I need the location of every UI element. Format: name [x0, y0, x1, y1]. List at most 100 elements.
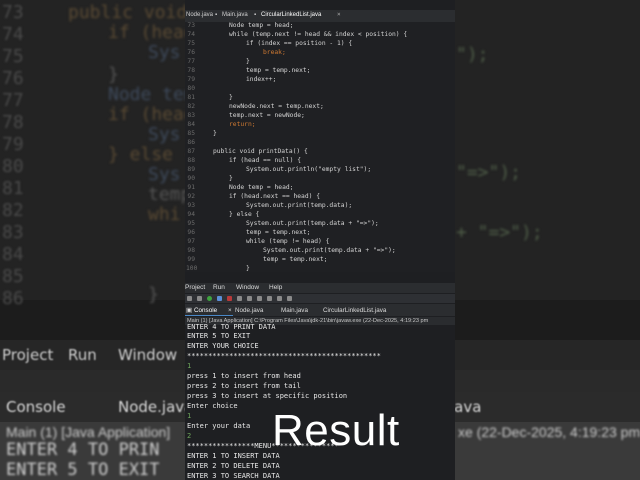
- line-number: 83: [187, 112, 195, 119]
- tab-circularlinkedlist-java[interactable]: CircularLinkedList.java: [323, 307, 386, 314]
- bg-line-number: 78: [2, 112, 24, 133]
- terminate-icon[interactable]: [237, 296, 242, 301]
- line-number: 95: [187, 220, 195, 227]
- tab-console[interactable]: Console: [194, 307, 217, 314]
- bg-code-fragment: + "=>");: [456, 222, 543, 243]
- bg-code-text: public void: [68, 2, 188, 23]
- open-console-icon[interactable]: [287, 296, 292, 301]
- console-icon: ▣: [186, 307, 192, 314]
- bg-code-text: }: [108, 64, 119, 85]
- line-number: 79: [187, 76, 195, 83]
- console-input-line: 1: [187, 412, 192, 420]
- close-tab-icon[interactable]: ×: [228, 307, 232, 314]
- tab-node-java[interactable]: Node.java: [235, 307, 263, 314]
- bg-line-number: 77: [2, 90, 24, 111]
- console-line: Enter your data: [187, 422, 251, 430]
- console-line: ENTER 4 TO PRINT DATA: [187, 323, 276, 331]
- line-number: 76: [187, 49, 195, 56]
- bg-line-number: 74: [2, 24, 24, 45]
- bg-code-text: if (head: [108, 104, 195, 125]
- console-input-line: 1: [187, 362, 192, 370]
- active-tab-indicator: [185, 315, 233, 316]
- line-number: 92: [187, 193, 195, 200]
- code-line: System.out.print(temp.data + "=>");: [263, 247, 396, 254]
- code-line: System.out.println("empty list");: [246, 166, 372, 173]
- bg-console-status: Main (1) [Java Application]: [6, 424, 171, 440]
- code-line: }: [229, 175, 233, 182]
- line-number: 100: [186, 265, 198, 272]
- line-number: 99: [187, 256, 195, 263]
- bg-menu-project: Project: [2, 346, 54, 364]
- code-line: if (index == position - 1) {: [246, 40, 353, 47]
- bg-code-fragment: ");: [456, 44, 489, 65]
- code-line: }: [229, 94, 233, 101]
- code-line: newNode.next = temp.next;: [229, 103, 324, 110]
- scroll-lock-icon[interactable]: [257, 296, 262, 301]
- bg-line-number: 82: [2, 200, 24, 221]
- bg-line-number: 75: [2, 46, 24, 67]
- line-number: 91: [187, 184, 195, 191]
- bg-line-number: 79: [2, 134, 24, 155]
- bg-line-number: 84: [2, 244, 24, 265]
- console-input-line: 2: [187, 432, 192, 440]
- line-number: 85: [187, 130, 195, 137]
- close-tab-icon[interactable]: ×: [337, 11, 341, 18]
- bg-code-text: if (head: [108, 22, 195, 43]
- console-output[interactable]: ENTER 4 TO PRINT DATA ENTER 5 TO EXIT EN…: [185, 323, 455, 480]
- code-line: }: [246, 265, 250, 272]
- code-line: return;: [229, 121, 256, 128]
- console-line: ENTER 5 TO EXIT: [187, 332, 251, 340]
- run-icon[interactable]: [207, 296, 212, 301]
- code-line: System.out.print(temp.data);: [246, 202, 353, 209]
- debug-icon[interactable]: [217, 296, 222, 301]
- menu-project[interactable]: Project: [185, 284, 205, 291]
- bg-console-line: ENTER 5 TO EXIT: [6, 460, 160, 480]
- line-number: 73: [187, 22, 195, 29]
- console-line: ENTER 2 TO DELETE DATA: [187, 462, 280, 470]
- code-line: break;: [263, 49, 286, 56]
- console-line: press 1 to insert from head: [187, 372, 301, 380]
- toolbar: [185, 294, 455, 303]
- code-line: public void printData() {: [213, 148, 308, 155]
- pin-console-icon[interactable]: [267, 296, 272, 301]
- bg-tab-console: Console: [6, 398, 66, 416]
- line-number: 87: [187, 148, 195, 155]
- code-line: }: [246, 58, 250, 65]
- code-line: } else {: [229, 211, 260, 218]
- editor-tab-node[interactable]: Node.java: [186, 12, 213, 18]
- bg-code-text: Sys: [148, 164, 181, 185]
- new-icon[interactable]: [187, 296, 192, 301]
- line-number: 74: [187, 31, 195, 38]
- line-number: 96: [187, 229, 195, 236]
- menu-run[interactable]: Run: [213, 284, 225, 291]
- bg-line-number: 81: [2, 178, 24, 199]
- menu-window[interactable]: Window: [236, 284, 259, 291]
- console-line: ENTER 1 TO INSERT DATA: [187, 452, 280, 460]
- save-icon[interactable]: [197, 296, 202, 301]
- menu-help[interactable]: Help: [269, 284, 282, 291]
- line-number: 75: [187, 40, 195, 47]
- line-number: 98: [187, 247, 195, 254]
- line-number: 94: [187, 211, 195, 218]
- code-line: if (head == null) {: [229, 157, 302, 164]
- line-number: 82: [187, 103, 195, 110]
- stop-icon[interactable]: [227, 296, 232, 301]
- bg-line-number: 86: [2, 288, 24, 309]
- bg-tab-node: Node.java: [118, 398, 194, 416]
- code-line: if (head.next == head) {: [229, 193, 320, 200]
- code-line: temp = temp.next;: [263, 256, 328, 263]
- display-console-icon[interactable]: [277, 296, 282, 301]
- clear-console-icon[interactable]: [247, 296, 252, 301]
- line-number: 78: [187, 67, 195, 74]
- line-number: 77: [187, 58, 195, 65]
- editor-tab-main[interactable]: Main.java: [222, 12, 248, 18]
- bg-menu-window: Window: [118, 346, 178, 364]
- bg-line-number: 85: [2, 266, 24, 287]
- bg-line-number: 80: [2, 156, 24, 177]
- code-editor[interactable]: 73 74 75 76 77 78 79 80 81 82 83 84 85 8…: [185, 22, 455, 272]
- tab-main-java[interactable]: Main.java: [281, 307, 308, 314]
- console-line: ****************************************…: [187, 352, 381, 360]
- java-file-icon: ▪: [215, 12, 218, 18]
- editor-tab-circularlinkedlist[interactable]: CircularLinkedList.java: [261, 12, 321, 18]
- bg-console-line: ENTER 4 TO PRIN: [6, 440, 160, 460]
